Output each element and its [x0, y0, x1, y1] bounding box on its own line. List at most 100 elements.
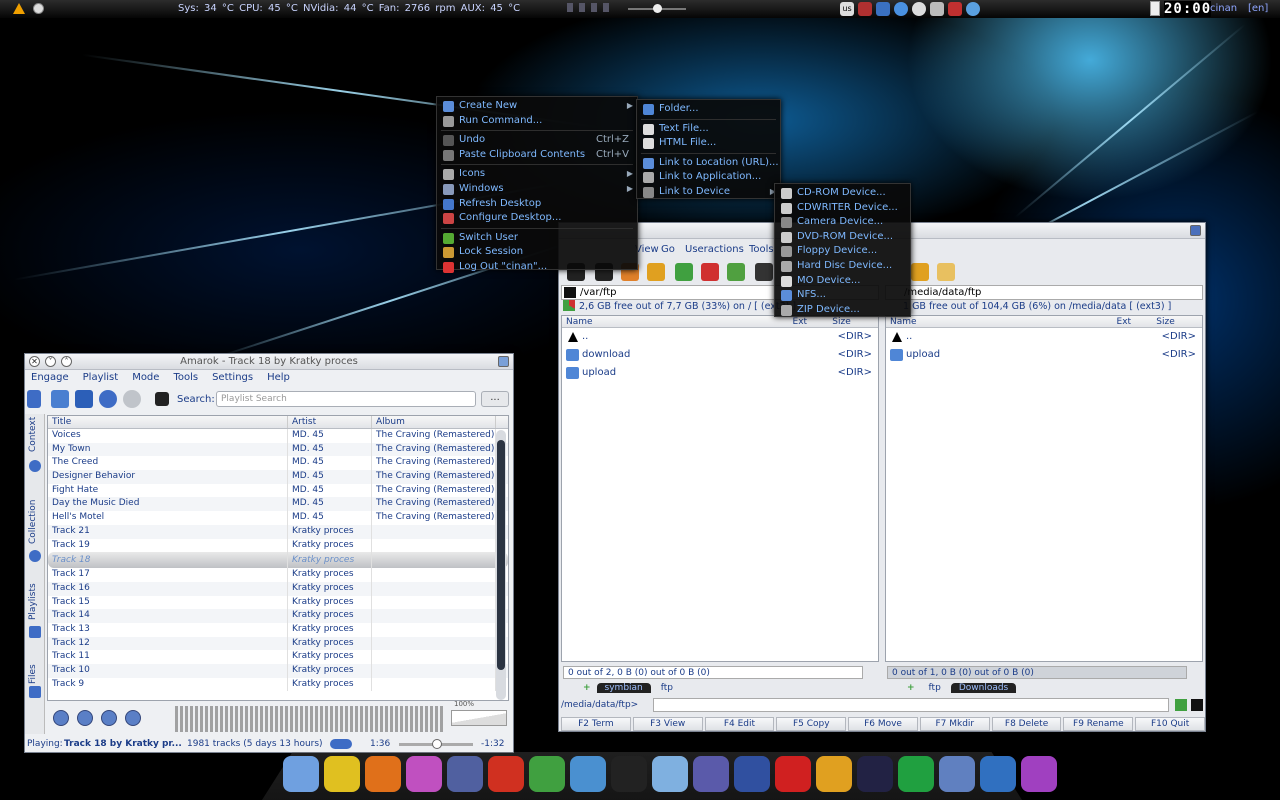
new-tab-icon[interactable]: +: [903, 683, 919, 693]
column-title[interactable]: Title: [48, 416, 288, 428]
colors-icon[interactable]: [1021, 756, 1057, 792]
table-row[interactable]: Track 15 Kratky proces: [48, 595, 508, 610]
redo-icon[interactable]: [123, 390, 141, 408]
table-row[interactable]: My Town MD. 45 The Craving (Remastered): [48, 442, 508, 457]
menu-item-floppy-device[interactable]: Floppy Device...: [775, 244, 910, 259]
search-options-button[interactable]: ...: [481, 391, 509, 407]
column-name[interactable]: Name: [886, 316, 1117, 327]
menu-item-configure-desktop[interactable]: Configure Desktop...: [437, 211, 637, 226]
clear-search-icon[interactable]: [155, 392, 169, 406]
inkscape-icon[interactable]: [406, 756, 442, 792]
root-mode-icon[interactable]: [911, 263, 929, 281]
playlist-clear-icon[interactable]: [51, 390, 69, 408]
binoculars-icon[interactable]: [755, 263, 773, 281]
column-name[interactable]: Name: [562, 316, 793, 327]
volume-slider[interactable]: 100%: [451, 700, 507, 726]
f3-view-button[interactable]: F3 View: [632, 717, 703, 731]
slider-handle[interactable]: [653, 4, 662, 13]
table-row[interactable]: Track 9 Kratky proces: [48, 677, 508, 692]
stop-icon[interactable]: [579, 3, 585, 12]
stop-icon[interactable]: [101, 710, 117, 726]
warning-icon[interactable]: [13, 3, 25, 14]
menu-settings[interactable]: Settings: [212, 370, 253, 387]
menu-item-create-new[interactable]: Create New ▶: [437, 99, 637, 114]
menu-item-lock-session[interactable]: Lock Session: [437, 245, 637, 260]
table-row[interactable]: Hell's Motel MD. 45 The Craving (Remastere…: [48, 511, 508, 525]
pause-icon[interactable]: [77, 710, 93, 726]
klipper-icon[interactable]: [33, 3, 44, 14]
table-row[interactable]: Day the Music Died MD. 45 The Craving (Rem…: [48, 497, 508, 512]
menu-item-link-to-application[interactable]: Link to Application...: [637, 170, 780, 185]
column-size[interactable]: Size: [1156, 316, 1202, 327]
menu-mode[interactable]: Mode: [132, 370, 159, 387]
chevron-up-icon[interactable]: ˄: [61, 356, 72, 367]
f5-copy-button[interactable]: F5 Copy: [776, 717, 847, 731]
printer-icon[interactable]: [930, 2, 944, 16]
table-row[interactable]: The Creed MD. 45 The Craving (Remastered): [48, 456, 508, 471]
settings-icon[interactable]: [939, 756, 975, 792]
run-icon[interactable]: [1175, 699, 1187, 711]
panel-tab-downloads[interactable]: Downloads: [950, 683, 1017, 693]
f8-delete-button[interactable]: F8 Delete: [991, 717, 1062, 731]
table-row[interactable]: Track 11 Kratky proces: [48, 650, 508, 664]
menu-item-dvd-rom-device[interactable]: DVD-ROM Device...: [775, 230, 910, 245]
table-row[interactable]: Track 12 Kratky proces: [48, 636, 508, 651]
menu-item-folder[interactable]: Folder...: [637, 102, 780, 117]
menu-item-paste-clipboard-contents[interactable]: Paste Clipboard Contents Ctrl+V: [437, 148, 637, 163]
menu-item-undo[interactable]: Undo Ctrl+Z: [437, 133, 637, 148]
column-ext[interactable]: Ext: [793, 316, 833, 327]
chat-icon[interactable]: [652, 756, 688, 792]
file-row[interactable]: upload <DIR>: [886, 346, 1202, 364]
itunes-icon[interactable]: [283, 756, 319, 792]
tab-playlists[interactable]: Playlists: [25, 583, 45, 654]
menu-playlist[interactable]: Playlist: [83, 370, 119, 387]
globe-icon[interactable]: [894, 2, 908, 16]
firefox-icon[interactable]: [365, 756, 401, 792]
table-row[interactable]: Track 17 Kratky proces: [48, 568, 508, 582]
menu-item-icons[interactable]: Icons ▶: [437, 167, 637, 182]
menu-item-text-file[interactable]: Text File...: [637, 122, 780, 137]
bluetooth-icon[interactable]: [876, 2, 890, 16]
organize-icon[interactable]: [27, 390, 41, 408]
table-row[interactable]: Fight Hate MD. 45 The Craving (Remastered): [48, 483, 508, 498]
safari-icon[interactable]: [570, 756, 606, 792]
battery-icon[interactable]: [1150, 1, 1160, 16]
screenshot-icon[interactable]: [693, 756, 729, 792]
table-row[interactable]: Designer Behavior MD. 45 The Craving (Rema…: [48, 470, 508, 484]
hotspot-icon[interactable]: [488, 756, 524, 792]
menu-icon[interactable]: [1190, 225, 1201, 236]
panel-tab-ftp[interactable]: ftp: [652, 683, 682, 693]
panel-clock[interactable]: 20:00: [1164, 1, 1212, 17]
weather-icon[interactable]: [966, 2, 980, 16]
prev-icon[interactable]: [567, 3, 573, 12]
column-artist[interactable]: Artist: [288, 416, 372, 428]
table-row[interactable]: Track 21 Kratky proces: [48, 524, 508, 539]
language-indicator[interactable]: [en]: [1248, 3, 1268, 14]
chevron-down-icon[interactable]: ˅: [45, 356, 56, 367]
menu-item-cdwriter-device[interactable]: CDWRITER Device...: [775, 201, 910, 216]
hi-icon[interactable]: [816, 756, 852, 792]
menu-item-camera-device[interactable]: Camera Device...: [775, 215, 910, 230]
download-arrow-icon[interactable]: [529, 756, 565, 792]
menu-item-switch-user[interactable]: Switch User: [437, 231, 637, 246]
column-size[interactable]: Size: [832, 316, 878, 327]
pause-icon[interactable]: [591, 3, 597, 12]
menu-go[interactable]: Go: [661, 241, 675, 258]
tab-files[interactable]: Files: [25, 664, 45, 734]
undo-icon[interactable]: [99, 390, 117, 408]
menu-useractions[interactable]: Useractions: [685, 241, 744, 258]
menu-item-link-to-location-url[interactable]: Link to Location (URL)...: [637, 156, 780, 171]
skype-icon[interactable]: [898, 756, 934, 792]
menu-engage[interactable]: Engage: [31, 370, 69, 387]
menu-item-nfs[interactable]: NFS...: [775, 288, 910, 303]
radiation-icon[interactable]: [324, 756, 360, 792]
current-track-row[interactable]: Track 18 Kratky proces: [48, 552, 508, 569]
select-icon[interactable]: [675, 263, 693, 281]
menu-tools[interactable]: Tools: [173, 370, 198, 387]
menu-item-link-to-device[interactable]: Link to Device ▶: [637, 185, 780, 200]
panel-tab-symbian[interactable]: symbian: [596, 683, 651, 693]
close-icon[interactable]: ✕: [29, 356, 40, 367]
terminal-icon[interactable]: [611, 756, 647, 792]
menu-item-hard-disc-device[interactable]: Hard Disc Device...: [775, 259, 910, 274]
repeat-icon[interactable]: [330, 739, 352, 749]
